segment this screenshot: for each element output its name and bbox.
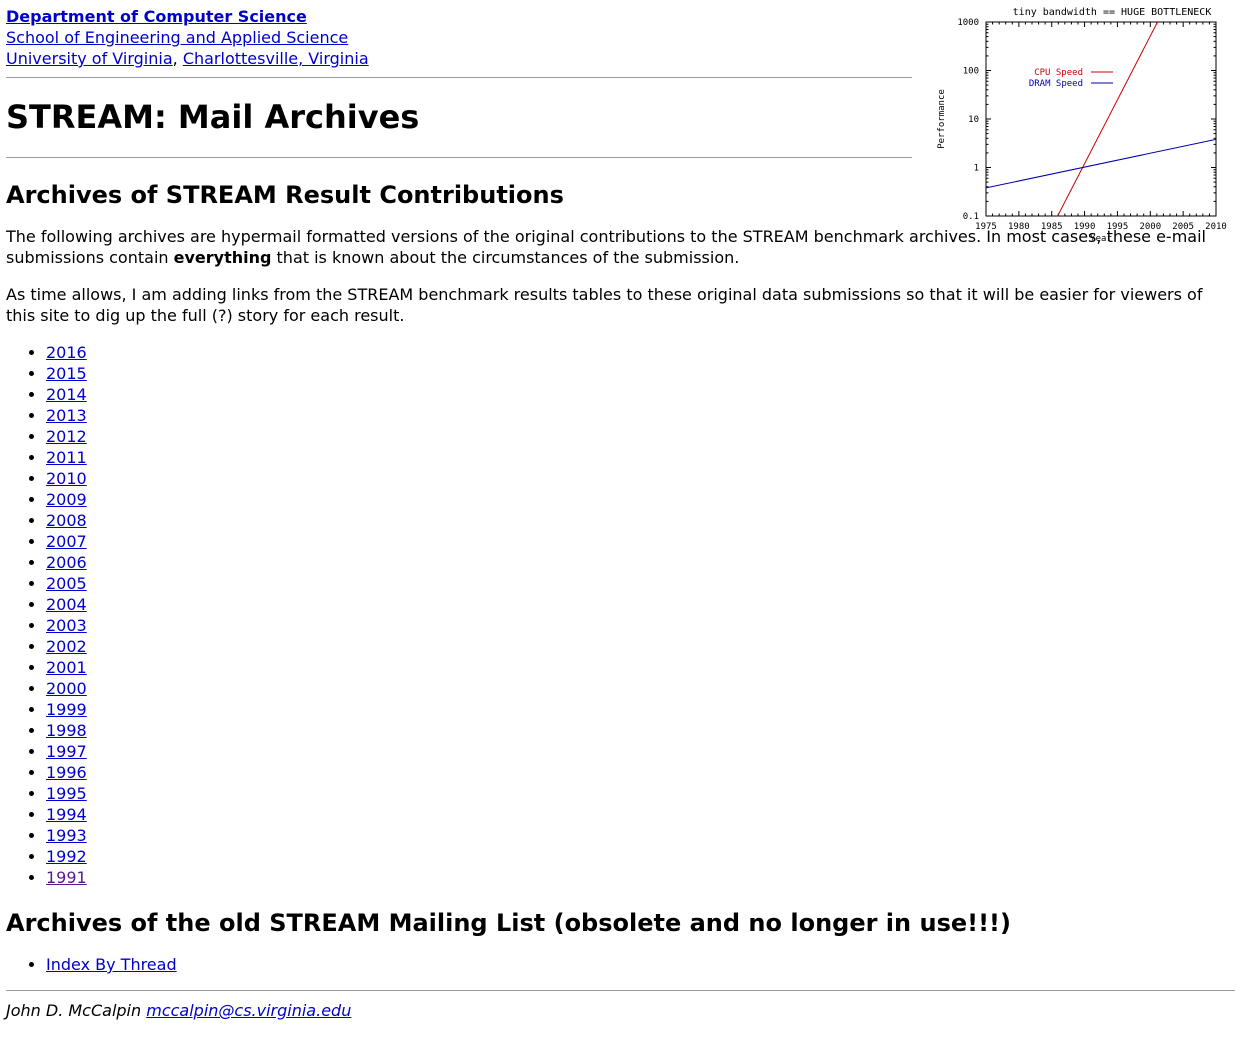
year-link-2011[interactable]: 2011 [46,448,87,467]
list-item: 1997 [46,741,1235,762]
list-item: 1994 [46,804,1235,825]
comma-separator: , [172,49,183,68]
divider-title [6,157,912,158]
divider-footer [6,990,1235,991]
x-tick-label: 1995 [1107,222,1129,232]
year-link-1996[interactable]: 1996 [46,763,87,782]
list-item: 2010 [46,468,1235,489]
list-item: 2015 [46,363,1235,384]
year-link-1992[interactable]: 1992 [46,847,87,866]
list-item: 2011 [46,447,1235,468]
year-link-1999[interactable]: 1999 [46,700,87,719]
x-tick-label: 2010 [1205,222,1227,232]
list-item: 2016 [46,342,1235,363]
dept-link[interactable]: Department of Computer Science [6,7,307,26]
year-link-2010[interactable]: 2010 [46,469,87,488]
y-tick-label: 100 [963,67,979,77]
email-link[interactable]: mccalpin@cs.virginia.edu [146,1001,351,1020]
series-lines [986,22,1216,216]
year-link-2007[interactable]: 2007 [46,532,87,551]
x-axis: 1975 1980 1985 1990 1995 2000 2005 2010 [975,22,1227,232]
list-item: 1998 [46,720,1235,741]
year-link-2003[interactable]: 2003 [46,616,87,635]
list-item: 2005 [46,573,1235,594]
y-tick-label: 1000 [957,18,979,28]
year-link-2008[interactable]: 2008 [46,511,87,530]
year-link-2001[interactable]: 2001 [46,658,87,677]
year-link-2015[interactable]: 2015 [46,364,87,383]
x-tick-label: 1985 [1041,222,1063,232]
year-link-2005[interactable]: 2005 [46,574,87,593]
city-link[interactable]: Charlottesville, Virginia [183,49,369,68]
links-paragraph: As time allows, I am adding links from t… [6,285,1203,325]
intro-bold: everything [173,248,272,267]
list-item: 2007 [46,531,1235,552]
year-link-2009[interactable]: 2009 [46,490,87,509]
y-tick-label: 1 [974,164,979,174]
list-item: 2006 [46,552,1235,573]
legend-label: DRAM Speed [1029,79,1083,89]
year-link-2013[interactable]: 2013 [46,406,87,425]
plot-frame [985,21,1217,217]
list-item: 1995 [46,783,1235,804]
section-heading-mailing-list: Archives of the old STREAM Mailing List … [6,909,1011,937]
year-link-2006[interactable]: 2006 [46,553,87,572]
year-link-2016[interactable]: 2016 [46,343,87,362]
cpu-speed-line [1057,22,1158,216]
list-item: 2002 [46,636,1235,657]
x-tick-label: 1975 [975,222,997,232]
list-item: 2004 [46,594,1235,615]
list-item: 2009 [46,489,1235,510]
bottleneck-chart: tiny bandwidth == HUGE BOTTLENECK 0.1 1 10… [937,7,1227,244]
legend-label: CPU Speed [1034,68,1083,78]
signature: John D. McCalpin mccalpin@cs.virginia.ed… [6,1000,1235,1021]
year-link-2000[interactable]: 2000 [46,679,87,698]
year-link-1995[interactable]: 1995 [46,784,87,803]
y-axis-label: Performance [937,89,947,149]
list-item: 2003 [46,615,1235,636]
year-link-2002[interactable]: 2002 [46,637,87,656]
list-item: 1992 [46,846,1235,867]
divider-top [6,77,912,78]
year-link-1998[interactable]: 1998 [46,721,87,740]
list-item: 2013 [46,405,1235,426]
list-item: 1993 [46,825,1235,846]
list-item: 1996 [46,762,1235,783]
chart-legend: CPU SpeedDRAM Speed [1029,68,1113,89]
year-link-1997[interactable]: 1997 [46,742,87,761]
list-item: 2001 [46,657,1235,678]
list-item: 1991 [46,867,1235,888]
list-item: 2008 [46,510,1235,531]
school-link[interactable]: School of Engineering and Applied Scienc… [6,28,348,47]
thread-list: Index By Thread [6,954,1235,975]
x-tick-label: 1980 [1008,222,1030,232]
year-link-1991[interactable]: 1991 [46,868,87,887]
year-link-2004[interactable]: 2004 [46,595,87,614]
x-tick-label: 2005 [1172,222,1194,232]
chart-title: tiny bandwidth == HUGE BOTTLENECK [1013,7,1212,18]
y-tick-label: 0.1 [963,212,979,222]
dram-speed-line [986,138,1216,189]
x-tick-label: 1990 [1074,222,1096,232]
year-link-2012[interactable]: 2012 [46,427,87,446]
author-name: John D. McCalpin [6,1001,142,1020]
year-link-2014[interactable]: 2014 [46,385,87,404]
index-by-thread-link[interactable]: Index By Thread [46,955,177,974]
list-item: 2014 [46,384,1235,405]
year-link-1993[interactable]: 1993 [46,826,87,845]
x-axis-label: Year [1090,234,1112,244]
year-list: 2016 2015 2014 2013 2012 2011 2010 2009 … [6,342,1235,888]
univ-link[interactable]: University of Virginia [6,49,173,68]
y-axis: 0.1 1 10 100 1000 [957,18,1216,222]
list-item: Index By Thread [46,954,1235,975]
list-item: 2012 [46,426,1235,447]
intro-text-2: that is known about the circumstances of… [271,248,740,267]
list-item: 2000 [46,678,1235,699]
x-tick-label: 2000 [1139,222,1161,232]
year-link-1994[interactable]: 1994 [46,805,87,824]
list-item: 1999 [46,699,1235,720]
y-tick-label: 10 [968,115,979,125]
